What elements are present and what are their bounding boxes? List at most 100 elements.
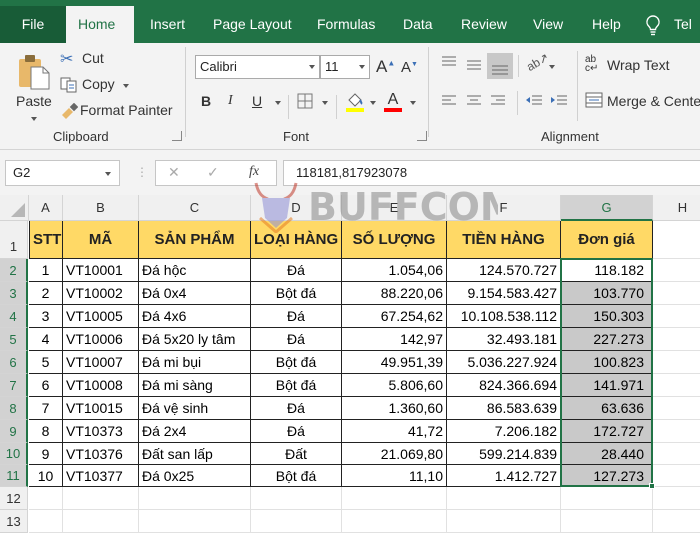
- tab-formulas[interactable]: Formulas: [305, 8, 387, 43]
- cell-loai-hang[interactable]: Đá: [251, 259, 342, 282]
- cell-tien-hang[interactable]: 7.206.182: [447, 420, 561, 443]
- tab-review[interactable]: Review: [449, 8, 519, 43]
- empty-cell[interactable]: [653, 443, 700, 465]
- empty-cell[interactable]: [653, 510, 700, 533]
- cell-stt[interactable]: 3: [29, 305, 63, 328]
- column-header-c[interactable]: C: [139, 195, 251, 221]
- cell-ma[interactable]: VT10001: [63, 259, 139, 282]
- empty-cell[interactable]: [653, 487, 700, 510]
- cell-ma[interactable]: VT10373: [63, 420, 139, 443]
- row-header-11[interactable]: 11: [0, 465, 28, 487]
- font-size-dropdown[interactable]: 11: [320, 55, 370, 79]
- cell-loai-hang[interactable]: Bột đá: [251, 465, 342, 487]
- cell-ma[interactable]: VT10008: [63, 374, 139, 397]
- row-header-2[interactable]: 2: [0, 259, 28, 282]
- formula-bar-grip-icon[interactable]: ⋮: [136, 165, 148, 179]
- header-cell-loai-hang[interactable]: LOẠI HÀNG: [251, 221, 342, 259]
- empty-cell[interactable]: [653, 305, 700, 328]
- tab-help[interactable]: Help: [580, 8, 633, 43]
- cell-stt[interactable]: 10: [29, 465, 63, 487]
- cell-san-pham[interactable]: Đá 2x4: [139, 420, 251, 443]
- column-header-f[interactable]: F: [447, 195, 561, 221]
- tab-view[interactable]: View: [521, 8, 575, 43]
- empty-cell[interactable]: [342, 487, 447, 510]
- underline-dropdown-icon[interactable]: [275, 101, 281, 105]
- orientation-dropdown-icon[interactable]: [549, 65, 555, 69]
- cell-so-luong[interactable]: 142,97: [342, 328, 447, 351]
- column-header-e[interactable]: E: [342, 195, 447, 221]
- increase-indent-button[interactable]: [550, 93, 568, 112]
- cell-stt[interactable]: 9: [29, 443, 63, 465]
- decrease-font-size-button[interactable]: A▼: [401, 59, 418, 76]
- cancel-entry-button[interactable]: ✕: [168, 164, 180, 181]
- cell-tien-hang[interactable]: 86.583.639: [447, 397, 561, 420]
- insert-function-button[interactable]: fx: [249, 164, 259, 180]
- cell-stt[interactable]: 5: [29, 351, 63, 374]
- cell-ma[interactable]: VT10377: [63, 465, 139, 487]
- empty-cell[interactable]: [447, 487, 561, 510]
- cell-loai-hang[interactable]: Đá: [251, 305, 342, 328]
- cell-don-gia[interactable]: 100.823: [561, 351, 653, 374]
- empty-cell[interactable]: [653, 465, 700, 487]
- wrap-text-button[interactable]: ab c↵ Wrap Text: [585, 55, 700, 75]
- paste-dropdown-icon[interactable]: [31, 117, 37, 121]
- cell-don-gia[interactable]: 127.273: [561, 465, 653, 487]
- cell-loai-hang[interactable]: Bột đá: [251, 282, 342, 305]
- cell-ma[interactable]: VT10006: [63, 328, 139, 351]
- cell-don-gia[interactable]: 150.303: [561, 305, 653, 328]
- clipboard-launcher-icon[interactable]: [172, 131, 182, 141]
- align-left-button[interactable]: [441, 93, 457, 112]
- align-top-button[interactable]: [441, 55, 457, 74]
- empty-cell[interactable]: [63, 510, 139, 533]
- row-header-3[interactable]: 3: [0, 282, 28, 305]
- empty-cell[interactable]: [653, 259, 700, 282]
- cell-loai-hang[interactable]: Đá: [251, 420, 342, 443]
- tab-data[interactable]: Data: [391, 8, 445, 43]
- cut-button[interactable]: ✂ Cut: [60, 49, 120, 69]
- empty-cell[interactable]: [653, 328, 700, 351]
- underline-button[interactable]: U: [252, 93, 262, 109]
- empty-cell[interactable]: [29, 510, 63, 533]
- cell-stt[interactable]: 1: [29, 259, 63, 282]
- cell-don-gia[interactable]: 118.182: [561, 259, 653, 282]
- align-right-button[interactable]: [490, 93, 506, 112]
- empty-cell[interactable]: [342, 510, 447, 533]
- tell-me-search[interactable]: Tel: [670, 8, 696, 43]
- header-cell-san-pham[interactable]: SẢN PHẨM: [139, 221, 251, 259]
- borders-button[interactable]: [297, 93, 313, 114]
- column-header-d[interactable]: D: [251, 195, 342, 221]
- lightbulb-icon[interactable]: [644, 8, 662, 43]
- header-cell-so-luong[interactable]: SỐ LƯỢNG: [342, 221, 447, 259]
- copy-dropdown-icon[interactable]: [123, 84, 129, 88]
- cell-ma[interactable]: VT10376: [63, 443, 139, 465]
- cell-don-gia[interactable]: 141.971: [561, 374, 653, 397]
- tab-page-layout[interactable]: Page Layout: [201, 8, 304, 43]
- cell-san-pham[interactable]: Đá vệ sinh: [139, 397, 251, 420]
- font-color-button[interactable]: A: [383, 91, 403, 113]
- header-cell-stt[interactable]: STT: [29, 221, 63, 259]
- header-cell-tien-hang[interactable]: TIỀN HÀNG: [447, 221, 561, 259]
- cell-san-pham[interactable]: Đất san lấp: [139, 443, 251, 465]
- row-header-9[interactable]: 9: [0, 420, 28, 443]
- cell-tien-hang[interactable]: 32.493.181: [447, 328, 561, 351]
- row-header-1[interactable]: 1: [0, 221, 28, 259]
- cell-don-gia[interactable]: 28.440: [561, 443, 653, 465]
- cell-so-luong[interactable]: 1.054,06: [342, 259, 447, 282]
- cell-stt[interactable]: 6: [29, 374, 63, 397]
- align-center-button[interactable]: [466, 93, 482, 112]
- row-header-10[interactable]: 10: [0, 443, 28, 465]
- column-header-b[interactable]: B: [63, 195, 139, 221]
- cell-loai-hang[interactable]: Đá: [251, 328, 342, 351]
- decrease-indent-button[interactable]: [525, 93, 543, 112]
- orientation-button[interactable]: ab↗: [524, 50, 551, 74]
- fill-handle[interactable]: [649, 483, 655, 489]
- empty-cell[interactable]: [653, 374, 700, 397]
- cell-don-gia[interactable]: 172.727: [561, 420, 653, 443]
- empty-cell[interactable]: [653, 282, 700, 305]
- cell-san-pham[interactable]: Đá hộc: [139, 259, 251, 282]
- tab-file[interactable]: File: [0, 6, 66, 43]
- empty-cell[interactable]: [63, 487, 139, 510]
- borders-dropdown-icon[interactable]: [322, 101, 328, 105]
- cell-ma[interactable]: VT10007: [63, 351, 139, 374]
- empty-cell[interactable]: [139, 487, 251, 510]
